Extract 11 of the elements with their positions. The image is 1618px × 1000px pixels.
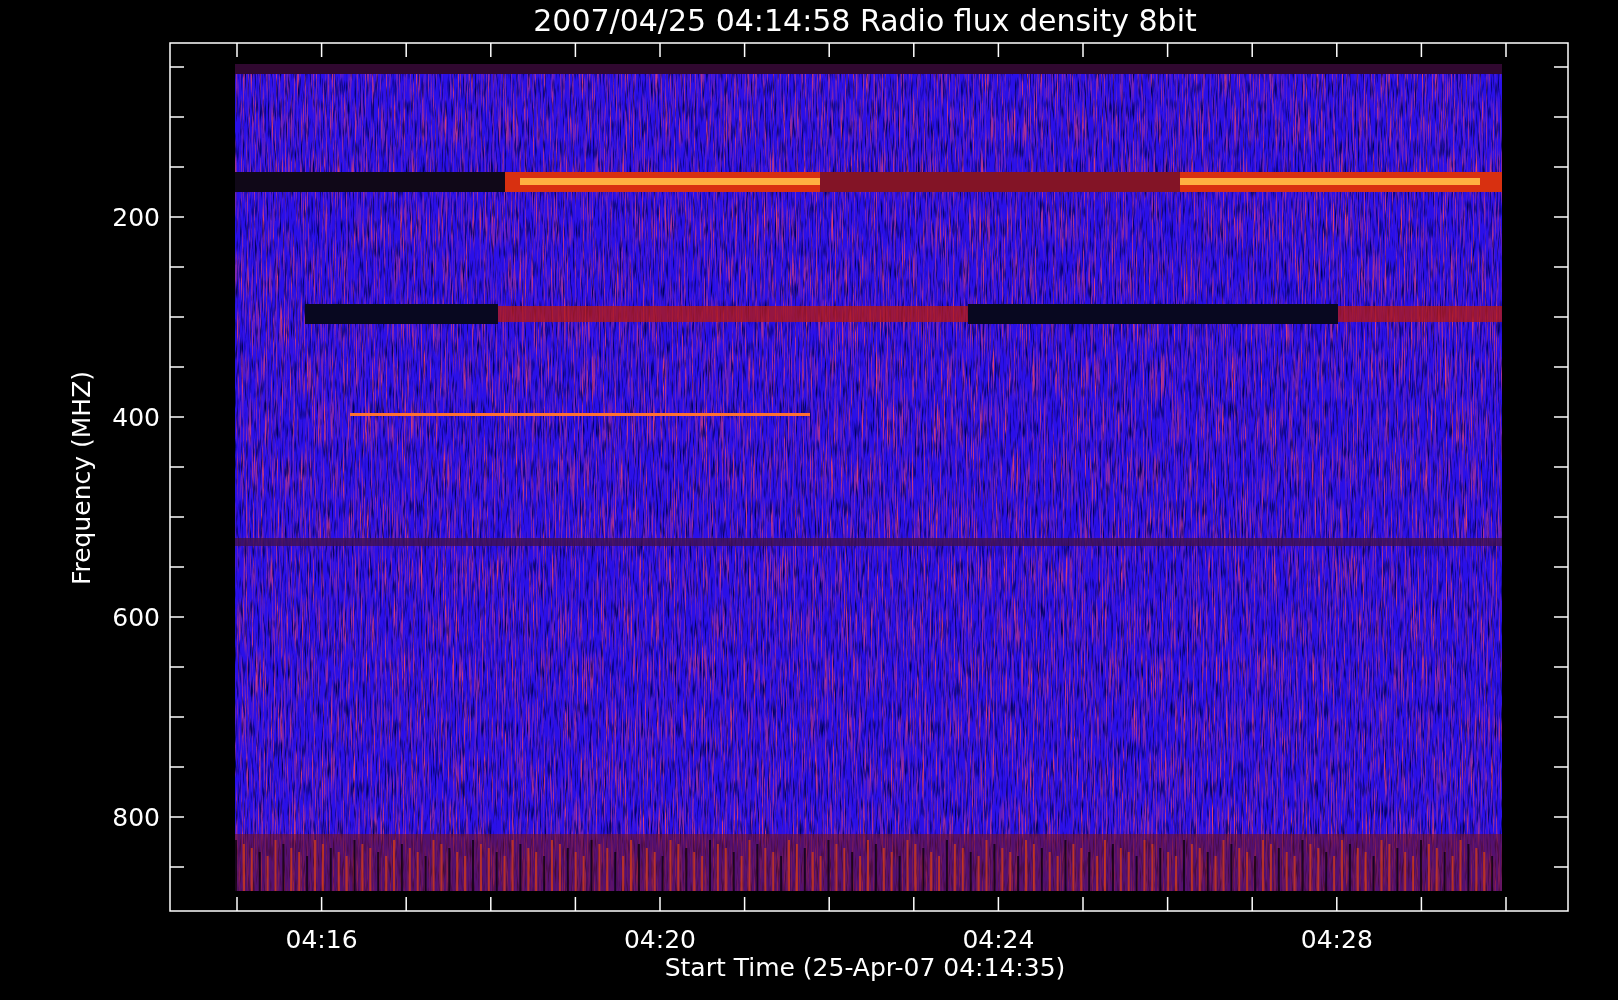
y-tick-label: 200	[112, 203, 160, 232]
y-axis-label: Frequency (MHZ)	[67, 370, 96, 586]
x-tick-label: 04:24	[962, 925, 1035, 954]
y-tick-label: 600	[112, 603, 160, 632]
x-axis-label: Start Time (25-Apr-07 04:14:35)	[664, 953, 1066, 982]
x-tick-label: 04:16	[285, 925, 358, 954]
x-tick-label: 04:28	[1300, 925, 1373, 954]
y-tick-label: 400	[112, 403, 160, 432]
chart-title: 2007/04/25 04:14:58 Radio flux density 8bit	[533, 3, 1197, 38]
x-tick-label: 04:20	[624, 925, 696, 954]
y-tick-label: 800	[112, 803, 160, 832]
